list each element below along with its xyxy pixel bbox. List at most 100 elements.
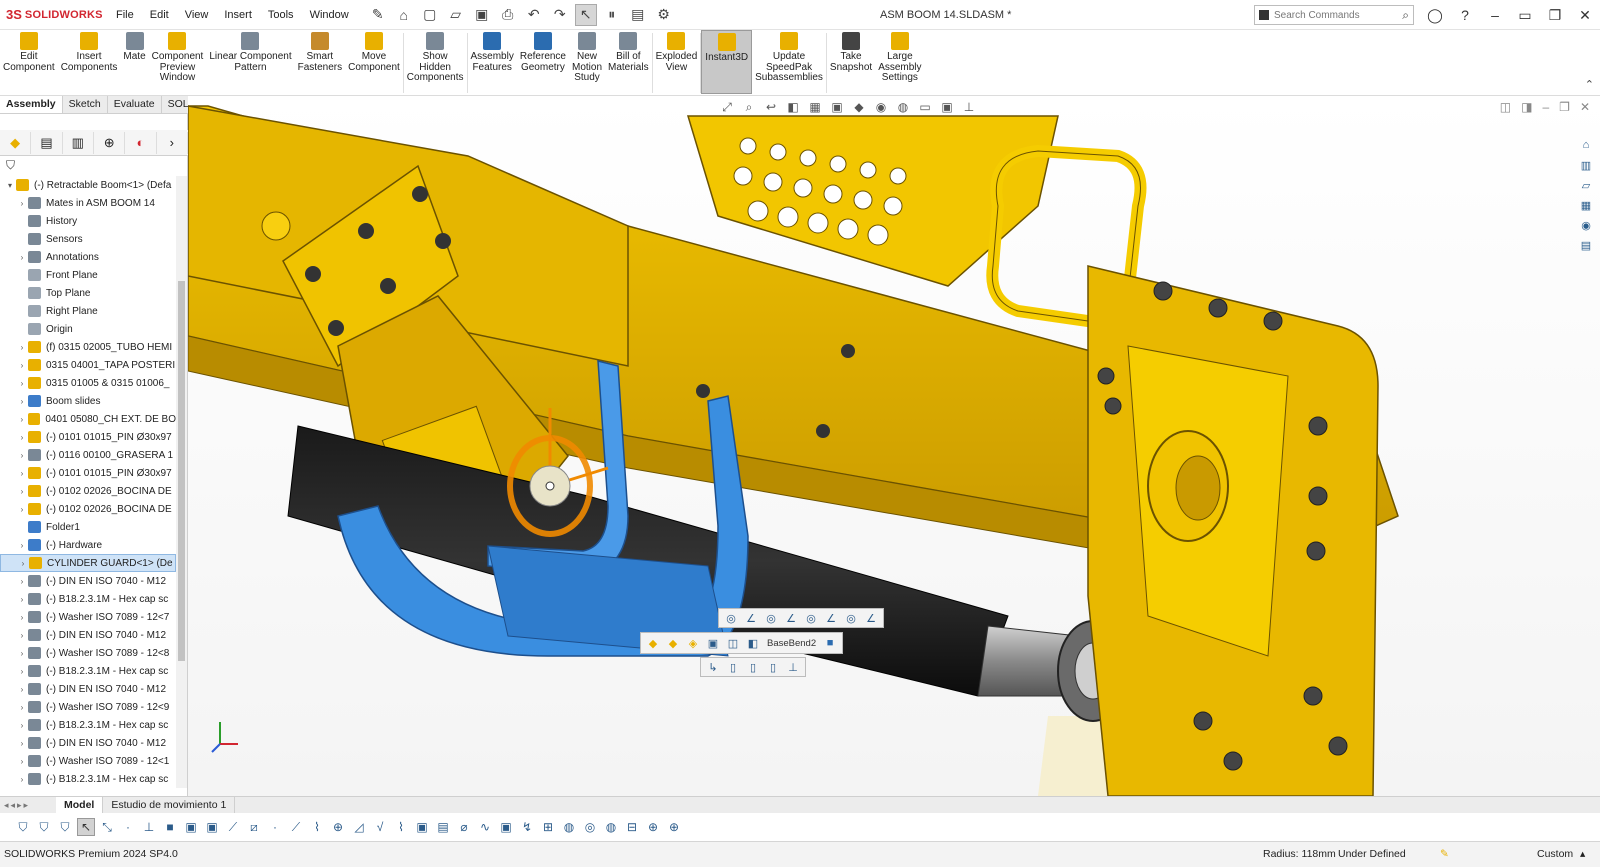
context-view-1-icon[interactable]: ▯ (724, 659, 742, 676)
context-mate-concentric-icon[interactable]: ◎ (762, 610, 780, 627)
help-icon[interactable]: ? (1450, 7, 1480, 23)
tree-item[interactable]: ▾ (-) Retractable Boom<1> (Defa (0, 176, 176, 194)
tree-item[interactable]: › Mates in ASM BOOM 14 (0, 194, 176, 212)
gtol-icon[interactable]: ⊞ (539, 818, 557, 836)
midpoint-icon[interactable]: ⌇ (308, 818, 326, 836)
expand-arrow-icon[interactable]: › (16, 577, 28, 586)
save-icon[interactable]: ▣ (471, 4, 493, 26)
context-view-3-icon[interactable]: ▯ (764, 659, 782, 676)
viewport-close-icon[interactable]: ✕ (1580, 100, 1590, 114)
insert-components-button[interactable]: Insert Components (58, 30, 121, 94)
tree-item[interactable]: › 0401 05080_CH EXT. DE BO (0, 410, 176, 428)
tree-item[interactable]: › (-) DIN EN ISO 7040 - M12 (0, 626, 176, 644)
expand-arrow-icon[interactable]: › (16, 253, 28, 262)
expand-arrow-icon[interactable]: › (16, 397, 28, 406)
menu-tools[interactable]: Tools (260, 0, 302, 30)
tree-item[interactable]: › (-) 0102 02026_BOCINA DE (0, 500, 176, 518)
expand-arrow-icon[interactable]: › (16, 487, 28, 496)
viewport-tile-icon[interactable]: ◫ (1500, 100, 1511, 114)
zoom-to-fit-icon[interactable]: ⤢ (718, 98, 736, 116)
context-body-icon[interactable]: ▣ (704, 635, 722, 652)
stack-icon[interactable]: ⊟ (623, 818, 641, 836)
hide-show-items-icon[interactable]: ◉ (872, 98, 890, 116)
speedpak-button[interactable]: Update SpeedPak Subassemblies (752, 30, 826, 94)
tree-item[interactable]: › (-) Washer ISO 7089 - 12<8 (0, 644, 176, 662)
tree-item[interactable]: › (f) 0315 02005_TUBO HEMI (0, 338, 176, 356)
home-icon[interactable]: ⌂ (393, 4, 415, 26)
realview-icon[interactable]: ⊥ (960, 98, 978, 116)
snapshot-button[interactable]: Take Snapshot (827, 30, 875, 94)
viewport-tile2-icon[interactable]: ◨ (1521, 100, 1532, 114)
balloon-icon[interactable]: ◍ (560, 818, 578, 836)
tree-item[interactable]: Right Plane (0, 302, 176, 320)
graphics-area[interactable]: ⤢ ⌕ ↩ ◧ ▦ ▣ ◆ ◉ ◍ ▭ ▣ ⊥ ◫ ◨ – ❐ ✕ ⌂ ▥ ▱ … (188, 96, 1600, 796)
center-mark-icon[interactable]: ⊕ (329, 818, 347, 836)
expand-arrow-icon[interactable]: › (16, 703, 28, 712)
filter-icon[interactable]: ⛉ (6, 158, 15, 173)
dynamic-annotation-icon[interactable]: ▦ (806, 98, 824, 116)
view-orientation-icon[interactable]: ▣ (828, 98, 846, 116)
tree-item[interactable]: Origin (0, 320, 176, 338)
assembly-model-render[interactable] (188, 96, 1600, 796)
dimxpert-tab-icon[interactable]: ⊕ (94, 131, 126, 154)
tree-item[interactable]: Folder1 (0, 518, 176, 536)
tree-item[interactable]: › (-) Washer ISO 7089 - 12<1 (0, 752, 176, 770)
search-scope-icon[interactable] (1259, 10, 1269, 20)
routing-icon[interactable]: ↯ (518, 818, 536, 836)
redo-icon[interactable]: ↷ (549, 4, 571, 26)
expand-arrow-icon[interactable]: › (16, 757, 28, 766)
menu-file[interactable]: File (108, 0, 142, 30)
context-normal-to-icon[interactable]: ↳ (704, 659, 722, 676)
tree-scrollbar[interactable] (176, 176, 187, 788)
file-explorer-icon[interactable]: ▱ (1576, 176, 1596, 194)
undo-icon[interactable]: ↶ (523, 4, 545, 26)
feature-manager-tab-icon[interactable]: ◆ (0, 131, 32, 154)
preview-window-button[interactable]: Component Preview Window (149, 30, 207, 94)
expand-arrow-icon[interactable]: › (16, 199, 28, 208)
tree-item[interactable]: › (-) DIN EN ISO 7040 - M12 (0, 572, 176, 590)
context-subassembly-icon[interactable]: ◆ (664, 635, 682, 652)
motion-study-button[interactable]: New Motion Study (569, 30, 605, 94)
new-document-icon[interactable]: ▢ (419, 4, 441, 26)
filter-vertices-icon[interactable]: ⛉ (35, 818, 53, 836)
context-mate-angle-icon[interactable]: ∠ (782, 610, 800, 627)
menu-edit[interactable]: Edit (142, 0, 177, 30)
expand-arrow-icon[interactable]: › (16, 613, 28, 622)
context-view-4-icon[interactable]: ⊥ (784, 659, 802, 676)
options-gear-icon[interactable]: ⚙ (653, 4, 675, 26)
context-sheetmetal-icon[interactable]: ◫ (724, 635, 742, 652)
surface-body-icon[interactable]: ▣ (182, 818, 200, 836)
tree-item[interactable]: › (-) Washer ISO 7089 - 12<9 (0, 698, 176, 716)
tab-model[interactable]: Model (56, 797, 104, 813)
collapse-ribbon-icon[interactable]: ⌃ (1585, 78, 1594, 91)
tab-motion-study[interactable]: Estudio de movimiento 1 (103, 797, 236, 813)
axis-icon[interactable]: ⟋ (224, 818, 242, 836)
surface-finish-icon[interactable]: √ (371, 818, 389, 836)
rebuild-icon[interactable]: ✎ (1440, 848, 1449, 860)
reference-geometry-button[interactable]: Reference Geometry (517, 30, 569, 94)
context-mate-lock-icon[interactable]: ◎ (842, 610, 860, 627)
plane-icon[interactable]: ⧄ (245, 818, 263, 836)
tree-item[interactable]: › 0315 01005 & 0315 01006_ (0, 374, 176, 392)
view-settings-icon[interactable]: ▣ (938, 98, 956, 116)
viewport-restore-icon[interactable]: ❐ (1559, 100, 1570, 114)
context-feature-label[interactable]: BaseBend2 (764, 635, 819, 652)
open-folder-icon[interactable]: ▱ (445, 4, 467, 26)
filter-toggle-icon[interactable]: ⛉ (14, 818, 32, 836)
expand-arrow-icon[interactable]: › (16, 541, 28, 550)
edit-appearance-icon[interactable]: ◍ (894, 98, 912, 116)
assembly-features-button[interactable]: Assembly Features (468, 30, 517, 94)
minimize-icon[interactable]: – (1480, 7, 1510, 23)
context-view-2-icon[interactable]: ▯ (744, 659, 762, 676)
scrollbar-thumb[interactable] (178, 281, 185, 661)
restore-icon[interactable]: ❐ (1540, 7, 1570, 24)
tree-item[interactable]: › (-) Washer ISO 7089 - 12<7 (0, 608, 176, 626)
search-icon[interactable]: ⌕ (1402, 8, 1409, 23)
sketch-point-icon[interactable]: · (266, 818, 284, 836)
tree-item[interactable]: Sensors (0, 230, 176, 248)
mate-button[interactable]: Mate (120, 30, 148, 94)
apply-scene-icon[interactable]: ▭ (916, 98, 934, 116)
filter-edges-icon[interactable]: ⛉ (56, 818, 74, 836)
menu-insert[interactable]: Insert (216, 0, 260, 30)
units-up-icon[interactable]: ▴ (1580, 848, 1585, 860)
